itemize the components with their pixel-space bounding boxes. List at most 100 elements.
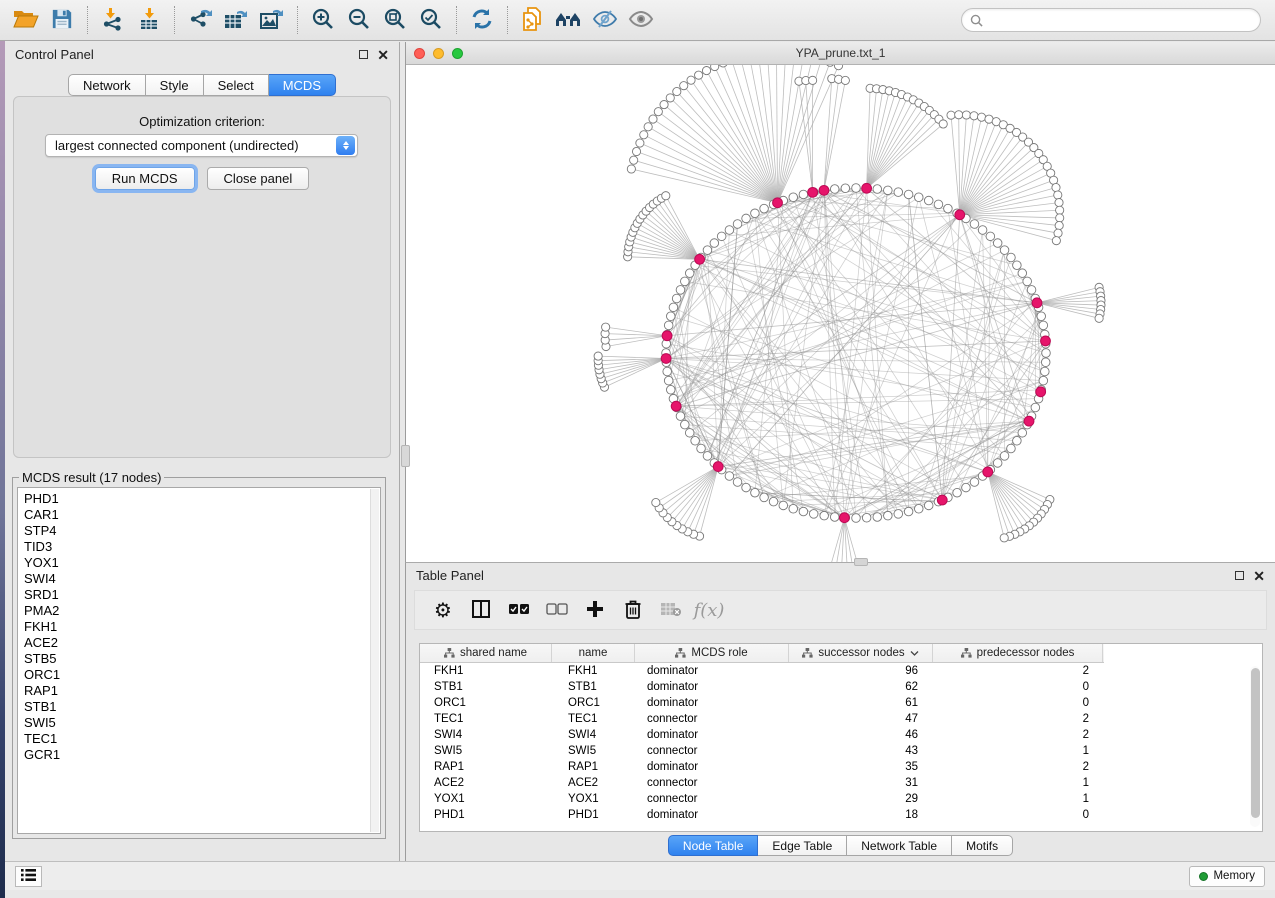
clone-network-button[interactable] — [515, 3, 551, 37]
graph-node[interactable] — [760, 493, 769, 502]
export-network-button[interactable] — [182, 3, 218, 37]
graph-node[interactable] — [799, 507, 808, 516]
float-panel-icon[interactable] — [1235, 571, 1244, 580]
mcds-result-item[interactable]: CAR1 — [24, 507, 380, 523]
cell-MCDS-role[interactable]: dominator — [635, 761, 789, 773]
cell-shared-name[interactable]: TEC1 — [420, 713, 552, 725]
graph-leaf-node[interactable] — [660, 101, 668, 109]
tab-network[interactable]: Network — [68, 74, 146, 96]
refresh-layout-button[interactable] — [464, 3, 500, 37]
run-mcds-button[interactable]: Run MCDS — [95, 167, 195, 190]
cell-MCDS-role[interactable]: connector — [635, 793, 789, 805]
tab-mcds[interactable]: MCDS — [269, 74, 336, 96]
graph-node[interactable] — [986, 232, 995, 241]
graph-node[interactable] — [1042, 349, 1051, 358]
mcds-result-item[interactable]: ACE2 — [24, 635, 380, 651]
cell-predecessor-nodes[interactable]: 2 — [933, 665, 1103, 677]
graph-leaf-node[interactable] — [680, 82, 688, 90]
cell-successor-nodes[interactable]: 29 — [789, 793, 933, 805]
network-graph[interactable] — [406, 65, 1275, 562]
graph-node[interactable] — [852, 514, 861, 523]
mcds-result-item[interactable]: STB5 — [24, 651, 380, 667]
graph-node[interactable] — [809, 510, 818, 519]
graph-node[interactable] — [914, 504, 923, 513]
graph-node[interactable] — [953, 488, 962, 497]
graph-node[interactable] — [884, 511, 893, 520]
graph-leaf-node[interactable] — [1000, 534, 1008, 542]
cell-MCDS-role[interactable]: dominator — [635, 681, 789, 693]
table-row[interactable]: SWI5SWI5connector431 — [420, 743, 1262, 759]
cell-name[interactable]: STB1 — [552, 681, 635, 693]
tab-style[interactable]: Style — [146, 74, 204, 96]
mcds-hub-node[interactable] — [713, 462, 723, 472]
graph-node[interactable] — [830, 185, 839, 194]
graph-node[interactable] — [742, 483, 751, 492]
function-builder-button[interactable]: f(x) — [695, 596, 723, 624]
cell-successor-nodes[interactable]: 61 — [789, 697, 933, 709]
tab-motifs[interactable]: Motifs — [952, 835, 1013, 856]
graph-node[interactable] — [962, 483, 971, 492]
cell-name[interactable]: FKH1 — [552, 665, 635, 677]
cell-predecessor-nodes[interactable]: 1 — [933, 745, 1103, 757]
cell-predecessor-nodes[interactable]: 0 — [933, 697, 1103, 709]
open-session-button[interactable] — [8, 3, 44, 37]
graph-leaf-node[interactable] — [594, 352, 602, 360]
cell-MCDS-role[interactable]: connector — [635, 745, 789, 757]
graph-node[interactable] — [1000, 452, 1009, 461]
graph-node[interactable] — [751, 488, 760, 497]
delete-column-button[interactable] — [619, 596, 647, 624]
graph-node[interactable] — [820, 511, 829, 520]
graph-node[interactable] — [676, 286, 685, 295]
graph-leaf-node[interactable] — [719, 65, 727, 67]
graph-node[interactable] — [993, 459, 1002, 468]
graph-leaf-node[interactable] — [702, 66, 710, 74]
graph-node[interactable] — [1013, 436, 1022, 445]
graph-node[interactable] — [873, 513, 882, 522]
graph-leaf-node[interactable] — [841, 76, 849, 84]
graph-node[interactable] — [769, 497, 778, 506]
show-panels-list-button[interactable] — [15, 866, 42, 887]
network-canvas[interactable] — [406, 65, 1275, 562]
graph-node[interactable] — [894, 188, 903, 197]
column-header-predecessor-nodes[interactable]: predecessor nodes — [933, 644, 1103, 662]
mcds-result-item[interactable]: TEC1 — [24, 731, 380, 747]
graph-node[interactable] — [884, 186, 893, 195]
graph-node[interactable] — [685, 269, 694, 278]
graph-leaf-node[interactable] — [955, 111, 963, 119]
graph-node[interactable] — [1013, 261, 1022, 270]
import-network-button[interactable] — [95, 3, 131, 37]
table-splitter-handle[interactable] — [854, 558, 868, 566]
mcds-hub-node[interactable] — [661, 354, 671, 364]
cell-predecessor-nodes[interactable]: 2 — [933, 713, 1103, 725]
graph-leaf-node[interactable] — [977, 113, 985, 121]
cell-successor-nodes[interactable]: 43 — [789, 745, 933, 757]
graph-node[interactable] — [873, 185, 882, 194]
graph-leaf-node[interactable] — [834, 65, 842, 70]
graph-node[interactable] — [710, 239, 719, 248]
cell-shared-name[interactable]: FKH1 — [420, 665, 552, 677]
tab-select[interactable]: Select — [204, 74, 269, 96]
graph-node[interactable] — [894, 510, 903, 519]
cell-shared-name[interactable]: SWI5 — [420, 745, 552, 757]
cell-MCDS-role[interactable]: connector — [635, 713, 789, 725]
cell-name[interactable]: RAP1 — [552, 761, 635, 773]
graph-node[interactable] — [830, 513, 839, 522]
mcds-result-item[interactable]: SWI4 — [24, 571, 380, 587]
column-header-name[interactable]: name — [552, 644, 635, 662]
graph-node[interactable] — [664, 321, 673, 330]
graph-node[interactable] — [1018, 269, 1027, 278]
cell-shared-name[interactable]: PHD1 — [420, 809, 552, 821]
graph-leaf-node[interactable] — [602, 323, 610, 331]
zoom-in-button[interactable] — [305, 3, 341, 37]
table-row[interactable]: RAP1RAP1dominator352 — [420, 759, 1262, 775]
graph-node[interactable] — [663, 367, 672, 376]
graph-leaf-node[interactable] — [970, 112, 978, 120]
cell-successor-nodes[interactable]: 47 — [789, 713, 933, 725]
mcds-hub-node[interactable] — [671, 401, 681, 411]
cell-predecessor-nodes[interactable]: 1 — [933, 793, 1103, 805]
graph-leaf-node[interactable] — [640, 131, 648, 139]
graph-node[interactable] — [1000, 246, 1009, 255]
mcds-result-item[interactable]: TID3 — [24, 539, 380, 555]
graph-node[interactable] — [970, 220, 979, 229]
graph-node[interactable] — [993, 239, 1002, 248]
